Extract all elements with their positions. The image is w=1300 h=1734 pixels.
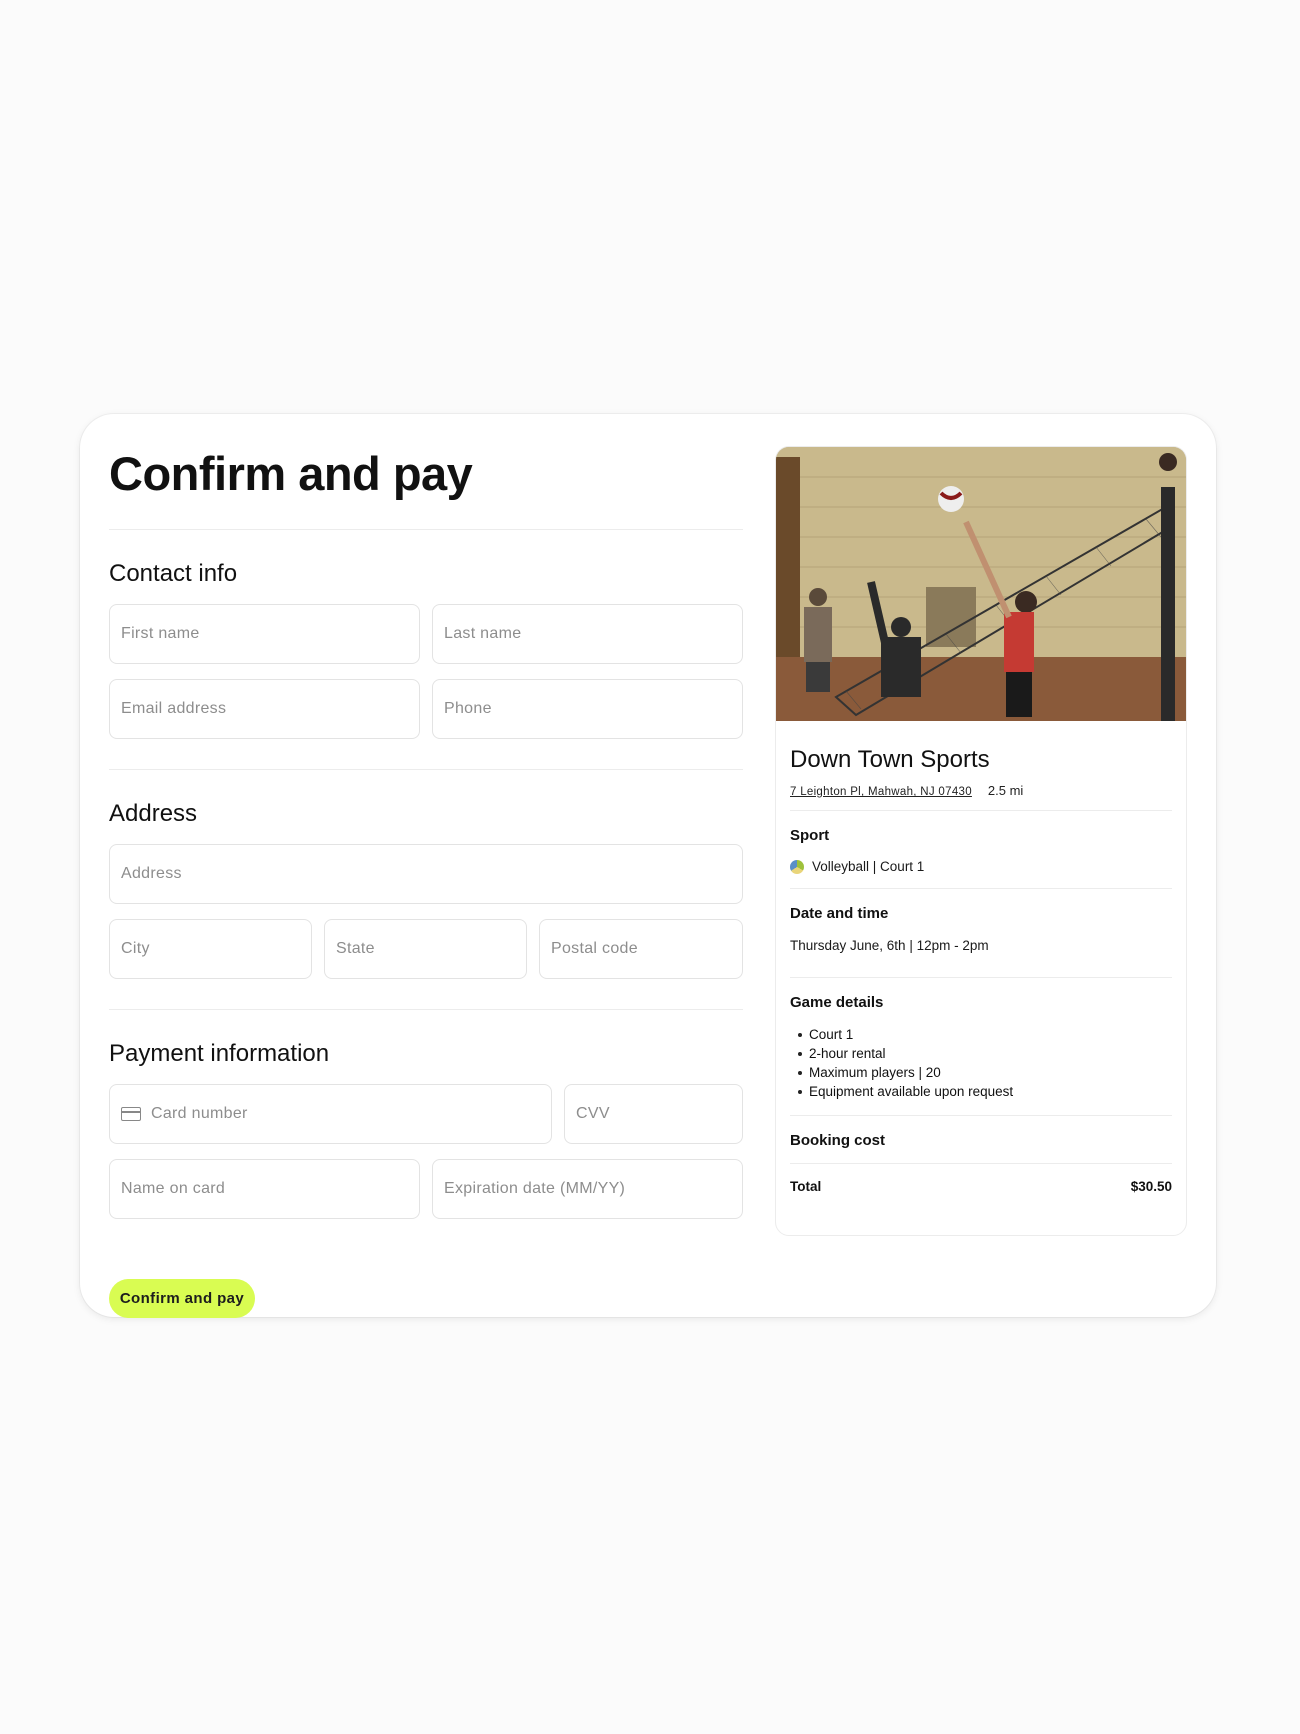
venue-name: Down Town Sports xyxy=(790,746,990,773)
first-name-field[interactable]: First name xyxy=(109,604,420,664)
city-field[interactable]: City xyxy=(109,919,312,979)
email-placeholder: Email address xyxy=(121,700,227,717)
card-number-placeholder: Card number xyxy=(151,1105,248,1122)
card-details-row: Name on card Expiration date (MM/YY) xyxy=(109,1159,743,1219)
checkout-card: Confirm and pay Contact info First name … xyxy=(80,414,1216,1318)
confirm-and-pay-button[interactable]: Confirm and pay xyxy=(109,1279,255,1318)
cvv-placeholder: CVV xyxy=(576,1105,610,1122)
phone-placeholder: Phone xyxy=(444,700,492,717)
list-item: Equipment available upon request xyxy=(790,1082,1172,1101)
sport-value: Volleyball | Court 1 xyxy=(790,859,1172,874)
expiration-date-field[interactable]: Expiration date (MM/YY) xyxy=(432,1159,743,1219)
divider xyxy=(109,1009,743,1010)
email-phone-row: Email address Phone xyxy=(109,679,743,739)
venue-location: 7 Leighton Pl, Mahwah, NJ 07430 2.5 mi xyxy=(790,783,1172,798)
payment-heading: Payment information xyxy=(109,1040,330,1067)
credit-card-icon xyxy=(121,1107,141,1121)
city-state-row: City State Postal code xyxy=(109,919,743,979)
contact-info-heading: Contact info xyxy=(109,560,238,587)
divider xyxy=(109,529,743,530)
cvv-field[interactable]: CVV xyxy=(564,1084,743,1144)
name-on-card-placeholder: Name on card xyxy=(121,1180,226,1197)
address-row: Address xyxy=(109,844,743,904)
sport-heading: Sport xyxy=(790,827,830,844)
game-details-list: Court 1 2-hour rental Maximum players | … xyxy=(790,1025,1172,1101)
expiration-placeholder: Expiration date (MM/YY) xyxy=(444,1180,626,1197)
list-item: Maximum players | 20 xyxy=(790,1063,1172,1082)
last-name-field[interactable]: Last name xyxy=(432,604,743,664)
email-field[interactable]: Email address xyxy=(109,679,420,739)
postal-code-placeholder: Postal code xyxy=(551,940,638,957)
state-field[interactable]: State xyxy=(324,919,527,979)
checkout-form: Confirm and pay Contact info First name … xyxy=(109,446,743,1318)
last-name-placeholder: Last name xyxy=(444,625,522,642)
volleyball-icon xyxy=(790,859,804,874)
date-time-heading: Date and time xyxy=(790,905,889,922)
divider xyxy=(790,977,1172,978)
card-number-field[interactable]: Card number xyxy=(109,1084,552,1144)
venue-distance: 2.5 mi xyxy=(987,783,1024,798)
list-item: Court 1 xyxy=(790,1025,1172,1044)
venue-address-link[interactable]: 7 Leighton Pl, Mahwah, NJ 07430 xyxy=(790,786,972,798)
first-name-placeholder: First name xyxy=(121,625,200,642)
game-details-heading: Game details xyxy=(790,994,884,1011)
total-label: Total xyxy=(790,1179,822,1194)
summary-body: Down Town Sports 7 Leighton Pl, Mahwah, … xyxy=(776,745,1186,1194)
card-row: Card number CVV xyxy=(109,1084,743,1144)
city-placeholder: City xyxy=(121,940,150,957)
address-heading: Address xyxy=(109,800,198,827)
phone-field[interactable]: Phone xyxy=(432,679,743,739)
booking-summary: Down Town Sports 7 Leighton Pl, Mahwah, … xyxy=(775,446,1187,1236)
state-placeholder: State xyxy=(336,940,375,957)
booking-cost-heading: Booking cost xyxy=(790,1132,886,1149)
venue-photo xyxy=(776,447,1186,721)
total-value: $30.50 xyxy=(1130,1179,1172,1194)
name-row: First name Last name xyxy=(109,604,743,664)
address-field[interactable]: Address xyxy=(109,844,743,904)
name-on-card-field[interactable]: Name on card xyxy=(109,1159,420,1219)
divider xyxy=(790,1115,1172,1116)
divider xyxy=(790,810,1172,811)
postal-code-field[interactable]: Postal code xyxy=(539,919,743,979)
total-row: Total $30.50 xyxy=(790,1179,1172,1194)
list-item: 2-hour rental xyxy=(790,1044,1172,1063)
divider xyxy=(790,888,1172,889)
divider xyxy=(790,1163,1172,1164)
address-placeholder: Address xyxy=(121,865,182,882)
divider xyxy=(109,769,743,770)
page-title: Confirm and pay xyxy=(109,447,473,500)
date-time-value: Thursday June, 6th | 12pm - 2pm xyxy=(790,938,989,953)
sport-value-text: Volleyball | Court 1 xyxy=(812,859,925,874)
